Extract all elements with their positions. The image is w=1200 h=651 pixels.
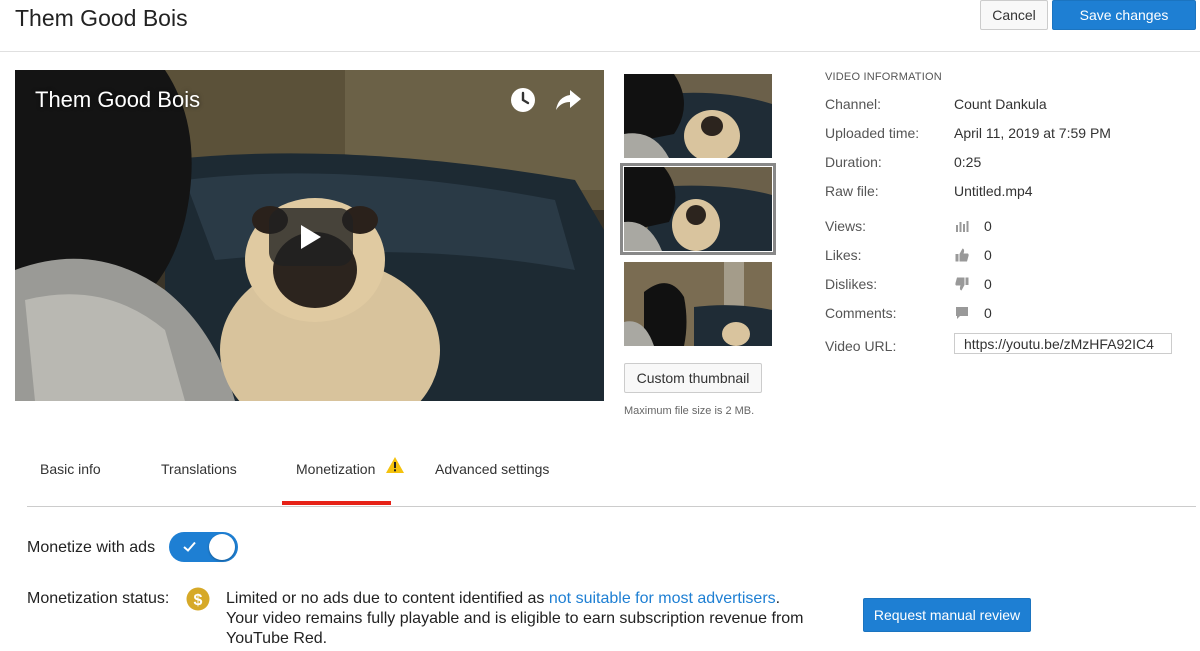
tab-bar: Basic info Translations Monetization Adv… xyxy=(27,440,1196,507)
toggle-knob xyxy=(209,534,235,560)
thumbnail-option-1[interactable] xyxy=(624,74,772,158)
warning-icon xyxy=(386,457,404,473)
uploaded-time-value: April 11, 2019 at 7:59 PM xyxy=(954,125,1111,141)
save-changes-button[interactable]: Save changes xyxy=(1052,0,1196,30)
tab-monetization[interactable]: Monetization xyxy=(296,461,375,477)
uploaded-time-label: Uploaded time: xyxy=(825,125,920,141)
thumbnail-option-3[interactable] xyxy=(624,262,772,346)
monetize-toggle[interactable] xyxy=(169,532,238,562)
views-label: Views: xyxy=(825,218,866,234)
svg-text:$: $ xyxy=(194,592,203,609)
play-button[interactable] xyxy=(269,208,353,266)
thumbnail-option-2-selected[interactable] xyxy=(620,163,776,255)
thumbnail-image xyxy=(624,74,772,158)
views-bars-icon xyxy=(956,221,969,232)
likes-label: Likes: xyxy=(825,247,862,263)
tab-basic-info[interactable]: Basic info xyxy=(40,461,101,477)
request-manual-review-button[interactable]: Request manual review xyxy=(863,598,1031,632)
not-suitable-link[interactable]: not suitable for most advertisers xyxy=(549,590,776,607)
raw-file-value: Untitled.mp4 xyxy=(954,183,1033,199)
video-url-field[interactable] xyxy=(954,333,1172,354)
dollar-icon: $ xyxy=(186,587,210,611)
duration-value: 0:25 xyxy=(954,154,982,170)
status-text-part-3: Your video remains fully playable and is… xyxy=(226,610,804,647)
video-information-heading: VIDEO INFORMATION xyxy=(825,71,942,83)
comments-label: Comments: xyxy=(825,305,897,321)
raw-file-label: Raw file: xyxy=(825,183,879,199)
tab-advanced-settings[interactable]: Advanced settings xyxy=(435,461,549,477)
player-title: Them Good Bois xyxy=(35,87,201,112)
status-text-part-1: Limited or no ads due to content identif… xyxy=(226,590,549,607)
comment-bubble-icon xyxy=(956,307,968,319)
views-value: 0 xyxy=(984,218,992,234)
tab-translations[interactable]: Translations xyxy=(161,461,237,477)
thumbs-up-icon xyxy=(955,248,969,262)
duration-label: Duration: xyxy=(825,154,882,170)
dislikes-label: Dislikes: xyxy=(825,276,878,292)
video-url-label: Video URL: xyxy=(825,338,897,354)
thumbnail-image xyxy=(624,262,772,346)
likes-value: 0 xyxy=(984,247,992,263)
share-icon[interactable] xyxy=(553,86,583,114)
checkmark-icon xyxy=(183,541,196,552)
page-title: Them Good Bois xyxy=(15,5,188,31)
channel-label: Channel: xyxy=(825,96,882,112)
comments-value: 0 xyxy=(984,305,992,321)
active-tab-indicator xyxy=(282,501,391,505)
page-header: Them Good Bois Cancel Save changes xyxy=(0,0,1200,52)
thumbs-down-icon xyxy=(955,277,969,291)
monetize-with-ads-label: Monetize with ads xyxy=(27,539,156,556)
dislikes-value: 0 xyxy=(984,276,992,292)
max-file-size-note: Maximum file size is 2 MB. xyxy=(624,405,755,417)
monetization-status-label: Monetization status: xyxy=(27,590,170,607)
video-player[interactable]: Them Good Bois xyxy=(15,70,604,401)
custom-thumbnail-button[interactable]: Custom thumbnail xyxy=(624,363,762,393)
cancel-button[interactable]: Cancel xyxy=(980,0,1048,30)
monetization-status-text: Limited or no ads due to content identif… xyxy=(226,589,836,649)
thumbnail-image xyxy=(624,167,772,251)
clock-icon[interactable] xyxy=(509,86,537,114)
play-icon xyxy=(301,225,321,249)
channel-value: Count Dankula xyxy=(954,96,1047,112)
status-text-part-2: . xyxy=(775,590,781,607)
